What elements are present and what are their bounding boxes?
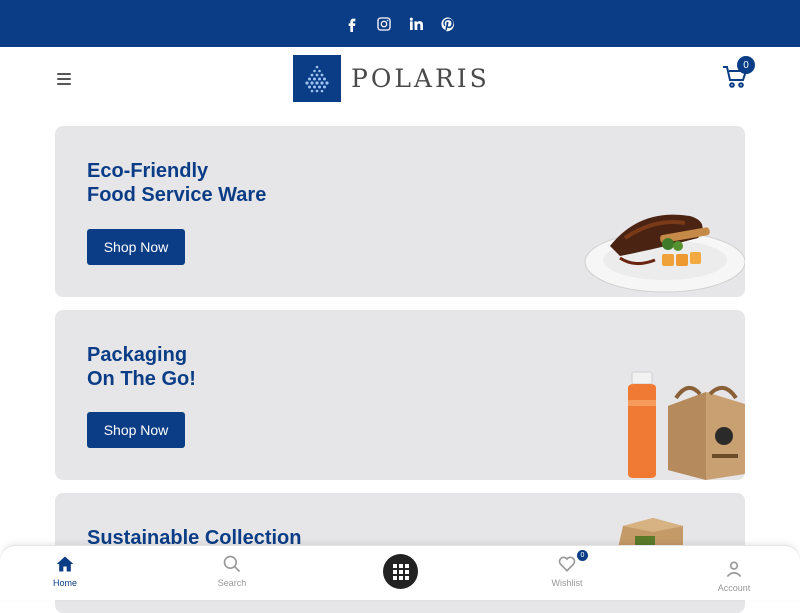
shop-now-button[interactable]: Shop Now: [87, 229, 185, 265]
shop-now-button[interactable]: Shop Now: [87, 412, 185, 448]
heart-icon: [558, 556, 576, 572]
menu-icon[interactable]: [57, 73, 71, 85]
instagram-icon[interactable]: [375, 15, 393, 33]
linkedin-icon[interactable]: [407, 15, 425, 33]
banner-title: Eco-Friendly Food Service Ware: [87, 160, 267, 206]
banner-food-service[interactable]: Eco-Friendly Food Service Ware Shop Now: [55, 126, 745, 297]
nav-wishlist[interactable]: Wishlist: [537, 554, 597, 588]
nav-search[interactable]: Search: [202, 554, 262, 588]
logo-text: POLARIS: [351, 64, 490, 93]
bottom-navigation: Home Search Wishlist 0 Account: [0, 545, 800, 600]
pinterest-icon[interactable]: [439, 15, 457, 33]
cart-count-badge: 0: [737, 56, 755, 74]
site-header: POLARIS: [0, 47, 800, 113]
wishlist-count-badge: 0: [577, 550, 588, 561]
polaris-logo-mark-icon: [293, 55, 341, 102]
plated-food-image: [584, 214, 745, 293]
social-bar: [0, 0, 800, 47]
sustainable-box-image: [618, 518, 683, 548]
nav-account[interactable]: Account: [704, 559, 764, 593]
nav-home[interactable]: Home: [35, 554, 95, 588]
facebook-icon[interactable]: [343, 15, 361, 33]
user-icon: [726, 561, 742, 578]
home-icon: [56, 556, 74, 572]
packaging-image: [628, 371, 745, 480]
banner-title: Packaging On The Go!: [87, 344, 196, 390]
banner-packaging[interactable]: Packaging On The Go! Shop Now: [55, 310, 745, 480]
search-icon: [223, 555, 241, 573]
grid-icon: [392, 563, 409, 580]
site-logo[interactable]: POLARIS: [293, 55, 490, 102]
categories-grid-button[interactable]: [383, 554, 418, 589]
